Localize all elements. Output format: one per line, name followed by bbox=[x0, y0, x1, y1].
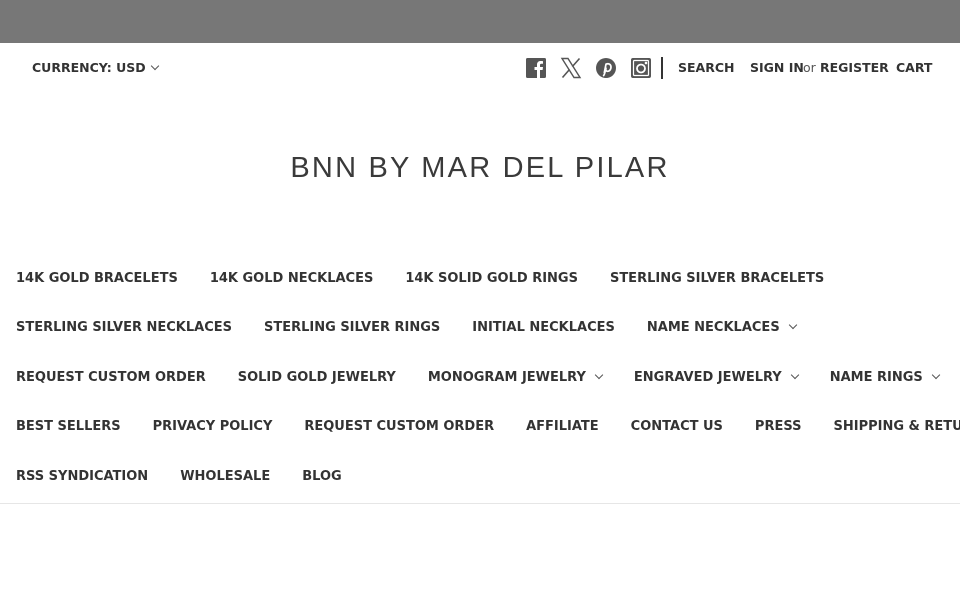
nav-item[interactable]: STERLING SILVER BRACELETS bbox=[610, 271, 824, 286]
nav-item-label: SOLID GOLD JEWELRY bbox=[237, 369, 396, 385]
nav-item-label: BLOG bbox=[302, 468, 342, 484]
nav-item[interactable]: INITIAL NECKLACES bbox=[472, 320, 615, 335]
nav-item-label: REQUEST CUSTOM ORDER bbox=[16, 369, 206, 385]
currency-selector[interactable]: CURRENCY: USD bbox=[32, 60, 159, 75]
store-logo[interactable]: BNN BY MAR DEL PILAR bbox=[0, 152, 960, 185]
nav-item-dropdown[interactable]: NAME RINGS bbox=[829, 369, 940, 385]
nav-item-label: 14K GOLD NECKLACES bbox=[209, 270, 374, 286]
nav-item[interactable]: BLOG bbox=[302, 469, 341, 484]
nav-row: 14K GOLD BRACELETS 14K GOLD NECKLACES 14… bbox=[16, 263, 856, 293]
chevron-down-icon bbox=[790, 370, 799, 380]
nav-item[interactable]: BEST SELLERS bbox=[16, 419, 121, 434]
search-link[interactable]: SEARCH bbox=[678, 60, 734, 75]
nav-item[interactable]: PRIVACY POLICY bbox=[153, 419, 273, 434]
currency-label: CURRENCY: USD bbox=[32, 60, 146, 75]
chevron-down-icon bbox=[150, 61, 159, 70]
instagram-icon[interactable] bbox=[630, 57, 652, 79]
nav-item-label: INITIAL NECKLACES bbox=[472, 319, 615, 335]
nav-row: BEST SELLERS PRIVACY POLICY REQUEST CUST… bbox=[16, 411, 960, 441]
social-divider bbox=[661, 57, 663, 79]
chevron-down-icon bbox=[931, 370, 940, 380]
header-divider bbox=[0, 503, 960, 504]
nav-item[interactable]: 14K GOLD NECKLACES bbox=[210, 271, 374, 286]
nav-item[interactable]: 14K GOLD BRACELETS bbox=[16, 271, 178, 286]
nav-item-label: BEST SELLERS bbox=[16, 418, 121, 434]
nav-item[interactable]: CONTACT US bbox=[631, 419, 723, 434]
nav-item[interactable]: STERLING SILVER NECKLACES bbox=[16, 320, 232, 335]
nav-item[interactable]: REQUEST CUSTOM ORDER bbox=[304, 419, 494, 434]
pinterest-icon[interactable] bbox=[595, 57, 617, 79]
nav-item[interactable]: RSS SYNDICATION bbox=[16, 469, 148, 484]
chevron-down-icon bbox=[594, 370, 604, 380]
nav-item-dropdown[interactable]: ENGRAVED JEWELRY bbox=[633, 369, 799, 385]
nav-item-dropdown[interactable]: NAME NECKLACES bbox=[646, 319, 797, 335]
nav-row: RSS SYNDICATION WHOLESALE BLOG bbox=[16, 461, 374, 491]
top-banner bbox=[0, 0, 960, 43]
nav-item-label: CONTACT US bbox=[630, 418, 723, 434]
nav-item-label: PRIVACY POLICY bbox=[152, 418, 273, 434]
nav-item[interactable]: WHOLESALE bbox=[180, 469, 270, 484]
nav-item-label: NAME RINGS bbox=[829, 369, 923, 385]
social-links bbox=[525, 57, 663, 79]
register-link[interactable]: REGISTER bbox=[820, 60, 889, 75]
nav-item[interactable]: REQUEST CUSTOM ORDER bbox=[16, 370, 206, 385]
nav-item-label: STERLING SILVER RINGS bbox=[264, 319, 441, 335]
nav-item[interactable]: SHIPPING & RETURNS bbox=[833, 419, 960, 434]
utility-bar: CURRENCY: USD SEARCH SIGN IN or REGISTER… bbox=[0, 43, 960, 93]
facebook-icon[interactable] bbox=[525, 57, 547, 79]
nav-item[interactable]: PRESS bbox=[755, 419, 802, 434]
nav-item[interactable]: STERLING SILVER RINGS bbox=[264, 320, 440, 335]
nav-item-dropdown[interactable]: MONOGRAM JEWELRY bbox=[427, 369, 604, 385]
nav-item[interactable]: 14K SOLID GOLD RINGS bbox=[405, 271, 578, 286]
or-text: or bbox=[803, 60, 816, 75]
nav-item-label: RSS SYNDICATION bbox=[16, 468, 149, 484]
nav-item-label: MONOGRAM JEWELRY bbox=[427, 369, 586, 385]
nav-item[interactable]: AFFILIATE bbox=[526, 419, 599, 434]
nav-item-label: SHIPPING & RETURNS bbox=[833, 418, 960, 434]
nav-item-label: NAME NECKLACES bbox=[646, 319, 780, 335]
nav-item-label: AFFILIATE bbox=[526, 418, 599, 434]
nav-row: REQUEST CUSTOM ORDER SOLID GOLD JEWELRY … bbox=[16, 362, 960, 392]
x-icon[interactable] bbox=[560, 57, 582, 79]
nav-item-label: PRESS bbox=[754, 418, 802, 434]
nav-item[interactable]: SOLID GOLD JEWELRY bbox=[238, 370, 396, 385]
cart-link[interactable]: CART bbox=[896, 60, 932, 75]
nav-item-label: 14K GOLD BRACELETS bbox=[16, 270, 178, 286]
chevron-down-icon bbox=[788, 320, 797, 330]
nav-item-label: WHOLESALE bbox=[180, 468, 271, 484]
sign-in-link[interactable]: SIGN IN bbox=[750, 60, 804, 75]
nav-row: STERLING SILVER NECKLACES STERLING SILVE… bbox=[16, 312, 828, 342]
nav-item-label: ENGRAVED JEWELRY bbox=[633, 369, 782, 385]
nav-item-label: STERLING SILVER BRACELETS bbox=[609, 270, 825, 286]
nav-item-label: REQUEST CUSTOM ORDER bbox=[304, 418, 495, 434]
nav-item-label: STERLING SILVER NECKLACES bbox=[16, 319, 232, 335]
nav-item-label: 14K SOLID GOLD RINGS bbox=[405, 270, 578, 286]
